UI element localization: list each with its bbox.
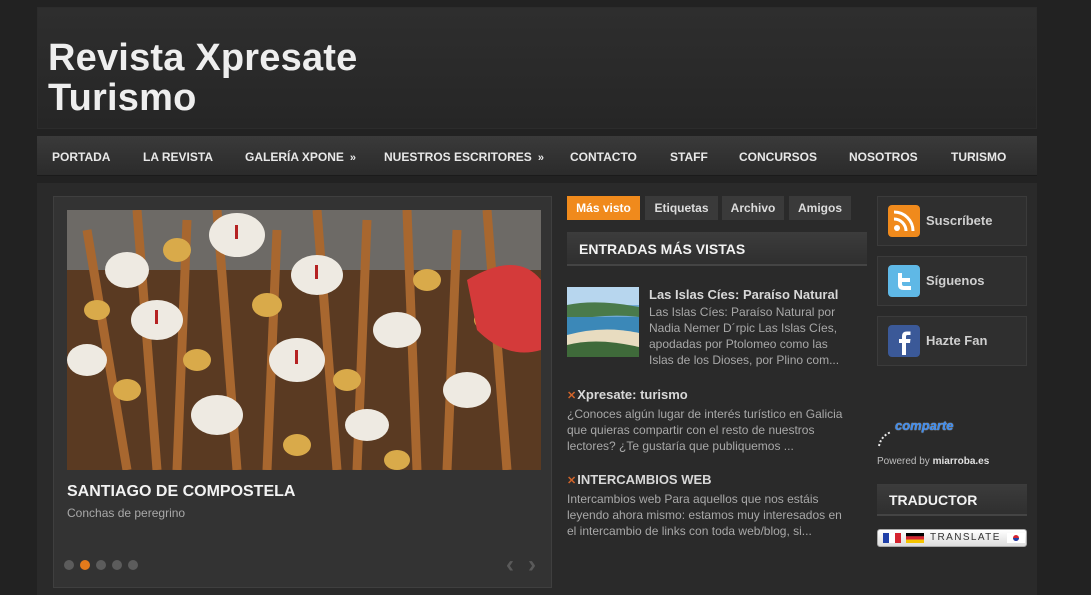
facebook-label: Hazte Fan bbox=[926, 333, 988, 348]
slider-dot-active[interactable] bbox=[80, 560, 90, 570]
nav-item-staff[interactable]: STAFF bbox=[670, 136, 708, 176]
prev-arrow-icon[interactable]: ‹ bbox=[506, 551, 514, 579]
post-excerpt: Intercambios web Para aquellos que nos e… bbox=[567, 492, 842, 538]
twitter-label: Síguenos bbox=[926, 273, 985, 288]
next-arrow-icon[interactable]: › bbox=[528, 551, 536, 579]
slide-title[interactable]: SANTIAGO DE COMPOSTELA bbox=[67, 483, 295, 501]
site-header: Revista Xpresate Turismo bbox=[37, 7, 1037, 129]
subscribe-label: Suscríbete bbox=[926, 213, 993, 228]
post-title-intercambios-web[interactable]: ✕INTERCAMBIOS WEB bbox=[567, 472, 712, 487]
powered-by: Powered by miarroba.es bbox=[877, 456, 990, 467]
translate-label[interactable]: TRANSLATE bbox=[930, 532, 1001, 543]
slider-dot[interactable] bbox=[128, 560, 138, 570]
main-navigation: PORTADA LA REVISTA GALERÍA XPONE» NUESTR… bbox=[37, 136, 1037, 176]
tab-etiquetas[interactable]: Etiquetas bbox=[645, 196, 718, 220]
post-thumbnail[interactable] bbox=[567, 287, 639, 357]
nav-item-concursos[interactable]: CONCURSOS bbox=[739, 136, 817, 176]
powered-brand-link[interactable]: miarroba.es bbox=[933, 456, 990, 467]
subscribe-button[interactable]: Suscríbete bbox=[877, 196, 1027, 246]
post-title-xpresate-turismo[interactable]: ✕Xpresate: turismo bbox=[567, 387, 688, 402]
flag-korea-icon[interactable] bbox=[1007, 533, 1025, 543]
bullet-icon: ✕ bbox=[567, 390, 577, 402]
post-excerpt: ¿Conoces algún lugar de interés turístic… bbox=[567, 407, 843, 453]
site-title-line2[interactable]: Turismo bbox=[48, 78, 357, 118]
bullet-icon: ✕ bbox=[567, 475, 577, 487]
section-title: ENTRADAS MÁS VISTAS bbox=[579, 241, 746, 257]
section-title: TRADUCTOR bbox=[889, 492, 978, 508]
facebook-icon bbox=[888, 325, 920, 357]
submenu-arrow-icon: » bbox=[537, 152, 544, 164]
slide-caption: Conchas de peregrino bbox=[67, 506, 186, 520]
twitter-icon bbox=[888, 265, 920, 297]
tab-mas-visto[interactable]: Más visto bbox=[567, 196, 640, 220]
nav-item-galeria-xpone[interactable]: GALERÍA XPONE» bbox=[245, 136, 356, 176]
translate-widget[interactable]: TRANSLATE bbox=[877, 529, 1027, 547]
site-title[interactable]: Revista Xpresate Turismo bbox=[48, 38, 357, 118]
flag-germany-icon[interactable] bbox=[906, 533, 924, 543]
nav-item-la-revista[interactable]: LA REVISTA bbox=[143, 136, 213, 176]
featured-slider: SANTIAGO DE COMPOSTELA Conchas de peregr… bbox=[53, 196, 552, 588]
nav-item-nosotros[interactable]: NOSOTROS bbox=[849, 136, 918, 176]
facebook-fan-button[interactable]: Hazte Fan bbox=[877, 316, 1027, 366]
site-title-line1[interactable]: Revista Xpresate bbox=[48, 38, 357, 78]
section-header-traductor: TRADUCTOR bbox=[877, 484, 1027, 516]
rss-icon bbox=[888, 205, 920, 237]
flag-france-icon[interactable] bbox=[883, 533, 901, 543]
share-label[interactable]: comparte bbox=[895, 418, 954, 433]
share-widget[interactable]: comparte bbox=[877, 416, 1027, 452]
slider-dot[interactable] bbox=[64, 560, 74, 570]
tab-archivo[interactable]: Archivo bbox=[722, 196, 784, 220]
submenu-arrow-icon: » bbox=[349, 152, 357, 164]
slider-dot[interactable] bbox=[112, 560, 122, 570]
nav-item-portada[interactable]: PORTADA bbox=[52, 136, 110, 176]
tab-amigos[interactable]: Amigos bbox=[789, 196, 851, 220]
post-title-islas-cies[interactable]: Las Islas Cíes: Paraíso Natural bbox=[649, 287, 838, 302]
nav-item-contacto[interactable]: CONTACTO bbox=[570, 136, 637, 176]
post-excerpt: Las Islas Cíes: Paraíso Natural por Nadi… bbox=[649, 305, 840, 367]
nav-item-nuestros-escritores[interactable]: NUESTROS ESCRITORES» bbox=[384, 136, 544, 176]
slide-image[interactable] bbox=[67, 210, 541, 470]
slider-dot[interactable] bbox=[96, 560, 106, 570]
nav-item-turismo[interactable]: TURISMO bbox=[951, 136, 1006, 176]
section-header-entradas: ENTRADAS MÁS VISTAS bbox=[567, 232, 867, 266]
twitter-follow-button[interactable]: Síguenos bbox=[877, 256, 1027, 306]
